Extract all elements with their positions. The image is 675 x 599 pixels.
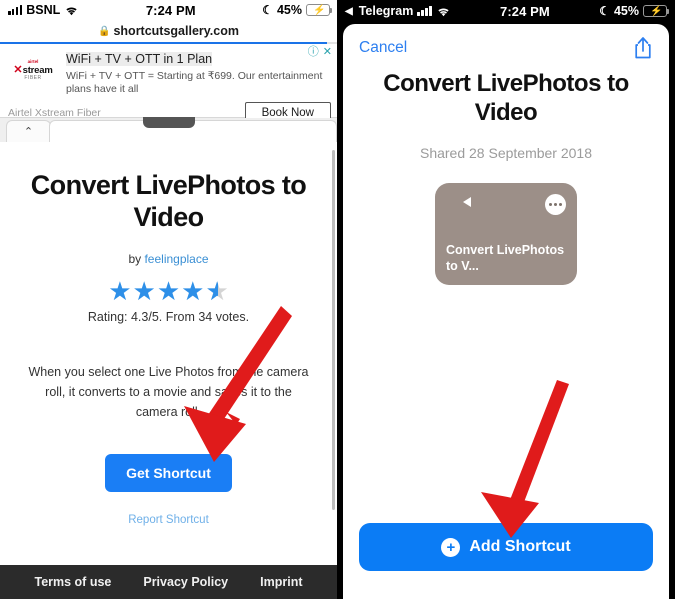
battery-percent-left: 45% xyxy=(276,3,302,17)
shortcut-card-label: Convert LivePhotos to V... xyxy=(446,242,565,274)
battery-icon-right: ⚡ xyxy=(643,5,670,17)
bolt-icon: ⚡ xyxy=(650,5,663,17)
ad-description: WiFi + TV + OTT = Starting at ₹699. Our … xyxy=(66,70,323,96)
clock-right: 7:24 PM xyxy=(499,3,550,19)
right-phone-screen: ◀ Telegram 7:24 PM ☾ 45% ⚡ Cancel Conver… xyxy=(337,0,675,599)
author-byline: by feelingplace xyxy=(18,252,319,266)
back-triangle-icon[interactable]: ◀ xyxy=(345,6,353,17)
advertisement-banner[interactable]: ⓘ ✕ airtel ✕stream FIBER WiFi + TV + OTT… xyxy=(0,44,337,124)
ellipsis-icon[interactable] xyxy=(545,193,566,215)
card-top-row xyxy=(446,193,566,215)
get-shortcut-button[interactable]: Get Shortcut xyxy=(105,454,232,493)
footer-imprint-link[interactable]: Imprint xyxy=(260,575,302,589)
report-shortcut-link[interactable]: Report Shortcut xyxy=(18,514,319,526)
star-half-icon: ★ xyxy=(205,278,228,304)
sheet-title: Convert LivePhotos to Video xyxy=(383,70,629,126)
status-right-group-right: ☾ 45% ⚡ xyxy=(599,4,670,18)
footer-privacy-link[interactable]: Privacy Policy xyxy=(143,575,228,589)
moon-icon: ☾ xyxy=(599,4,610,18)
ad-headline: WiFi + TV + OTT in 1 Plan xyxy=(66,52,213,66)
shortcut-description: When you select one Live Photos from the… xyxy=(28,364,309,420)
address-bar[interactable]: 🔒 shortcutsgallery.com xyxy=(0,20,337,42)
ad-controls: ⓘ ✕ xyxy=(308,47,332,58)
author-link[interactable]: feelingplace xyxy=(144,252,208,266)
carrier-label: BSNL xyxy=(26,3,61,17)
shared-date: Shared 28 September 2018 xyxy=(419,144,592,161)
signal-bars-icon xyxy=(8,5,23,15)
page-scrollbar[interactable] xyxy=(332,150,335,510)
ad-logo-name: stream xyxy=(22,64,53,76)
status-left-group-right[interactable]: ◀ Telegram xyxy=(345,4,451,18)
sheet-toolbar: Cancel xyxy=(343,24,669,64)
sheet-grabber[interactable] xyxy=(142,117,195,128)
star-icon: ★ xyxy=(132,275,156,306)
plus-circle-icon: + xyxy=(441,537,461,557)
rating-text: Rating: 4.3/5. From 34 votes. xyxy=(87,309,250,324)
url-text: shortcutsgallery.com xyxy=(113,24,239,38)
web-page-content: Convert LivePhotos to Video by feelingpl… xyxy=(0,142,337,579)
ad-logo-sub: FIBER xyxy=(24,74,42,81)
wifi-icon xyxy=(436,6,451,17)
footer-terms-link[interactable]: Terms of use xyxy=(34,575,111,589)
wifi-icon xyxy=(64,5,79,16)
share-sheet: Cancel Convert LivePhotos to Video Share… xyxy=(343,24,669,599)
battery-icon-left: ⚡ xyxy=(306,4,333,16)
moon-icon: ☾ xyxy=(262,3,273,17)
status-bar-right: ◀ Telegram 7:24 PM ☾ 45% ⚡ xyxy=(337,0,675,22)
star-icon: ★ xyxy=(181,275,205,306)
add-shortcut-label: Add Shortcut xyxy=(469,538,571,555)
star-icon: ★ xyxy=(156,275,181,306)
page-footer: Terms of use Privacy Policy Imprint xyxy=(0,565,337,599)
status-bar-left: BSNL 7:24 PM ☾ 45% ⚡ xyxy=(0,0,337,20)
add-shortcut-button[interactable]: + Add Shortcut xyxy=(359,523,653,571)
ad-close-icon[interactable]: ✕ xyxy=(323,47,332,58)
bolt-icon: ⚡ xyxy=(313,4,326,16)
battery-percent-right: 45% xyxy=(613,4,639,18)
clock-left: 7:24 PM xyxy=(145,2,196,18)
byline-prefix: by xyxy=(128,251,145,266)
page-title: Convert LivePhotos to Video xyxy=(30,170,307,232)
rating-stars: ★ ★ ★ ★ ★ xyxy=(18,278,319,304)
cancel-button[interactable]: Cancel xyxy=(359,39,407,57)
tab-expand-chevron-up-icon[interactable]: ⌃ xyxy=(6,120,51,142)
shortcut-card[interactable]: Convert LivePhotos to V... xyxy=(435,182,577,285)
back-app-label: Telegram xyxy=(358,4,414,18)
ad-top-row: airtel ✕stream FIBER WiFi + TV + OTT in … xyxy=(6,50,331,97)
ad-info-icon[interactable]: ⓘ xyxy=(308,47,319,58)
share-icon[interactable] xyxy=(633,36,653,60)
ad-logo: airtel ✕stream FIBER xyxy=(6,50,60,97)
left-phone-screen: BSNL 7:24 PM ☾ 45% ⚡ 🔒 shortcutsgallery.… xyxy=(0,0,337,599)
status-left-group: BSNL xyxy=(8,3,79,17)
video-camera-icon xyxy=(446,194,471,211)
signal-bars-icon xyxy=(417,6,432,16)
shortcut-card-wrapper: Convert LivePhotos to V... xyxy=(343,182,669,285)
star-icon: ★ xyxy=(108,275,132,306)
ad-body: WiFi + TV + OTT in 1 Plan WiFi + TV + OT… xyxy=(66,50,331,97)
status-right-group: ☾ 45% ⚡ xyxy=(262,3,333,17)
ad-logo-x: ✕ xyxy=(13,63,23,76)
screenshot-root: BSNL 7:24 PM ☾ 45% ⚡ 🔒 shortcutsgallery.… xyxy=(0,0,675,599)
lock-icon: 🔒 xyxy=(98,25,111,37)
browser-tab-strip: ⌃ xyxy=(0,117,337,142)
